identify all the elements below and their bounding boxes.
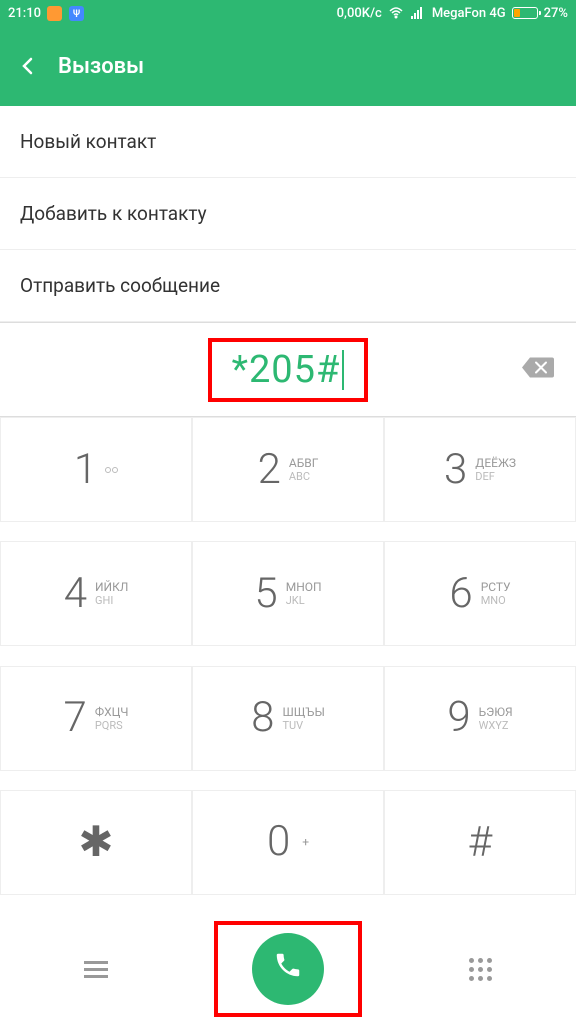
- bottom-bar: [0, 914, 576, 1024]
- keypad: 1 2 АБВГ ABC 3 ДЕЁЖЗ DEF 4 ИЙКЛ GHI 5 МН…: [0, 417, 576, 914]
- annotation-highlight-call: [214, 921, 362, 1017]
- key-9[interactable]: 9 ЬЭЮЯ WXYZ: [384, 666, 576, 771]
- menu-new-contact[interactable]: Новый контакт: [0, 106, 576, 178]
- backspace-button[interactable]: [522, 353, 554, 386]
- menu-add-to-contact[interactable]: Добавить к контакту: [0, 178, 576, 250]
- menu-send-message[interactable]: Отправить сообщение: [0, 250, 576, 322]
- call-button[interactable]: [252, 933, 324, 1005]
- menu-button[interactable]: [0, 961, 192, 978]
- backspace-icon: [522, 353, 554, 386]
- keypad-toggle-button[interactable]: [384, 958, 576, 981]
- key-1[interactable]: 1: [0, 417, 192, 522]
- key-0[interactable]: 0 +: [192, 790, 384, 895]
- number-display: *205#: [0, 322, 576, 417]
- menu-list: Новый контакт Добавить к контакту Отправ…: [0, 106, 576, 322]
- phone-icon: [273, 950, 303, 988]
- key-4[interactable]: 4 ИЙКЛ GHI: [0, 541, 192, 646]
- status-battery: 27%: [544, 6, 568, 21]
- back-icon[interactable]: [18, 56, 38, 76]
- key-star[interactable]: ✱: [0, 790, 192, 895]
- status-bar: 21:10 Ψ 0,00K/c MegaFon 4G 27%: [0, 0, 576, 26]
- key-5[interactable]: 5 МНОП JKL: [192, 541, 384, 646]
- dialed-number[interactable]: *205#: [232, 348, 341, 392]
- key-6[interactable]: 6 РСТУ MNO: [384, 541, 576, 646]
- cursor: [342, 350, 344, 390]
- voicemail-icon: [105, 467, 118, 473]
- signal-icon: [410, 5, 426, 21]
- keypad-icon: [469, 958, 492, 981]
- wifi-icon: [388, 5, 404, 21]
- battery-icon: [512, 7, 538, 19]
- key-3[interactable]: 3 ДЕЁЖЗ DEF: [384, 417, 576, 522]
- page-title: Вызовы: [58, 54, 144, 79]
- status-speed: 0,00K/c: [337, 6, 382, 21]
- menu-icon: [84, 961, 108, 978]
- app-icon-2: Ψ: [69, 5, 85, 21]
- annotation-highlight-number: *205#: [208, 338, 369, 402]
- header: Вызовы: [0, 26, 576, 106]
- status-carrier: MegaFon 4G: [432, 6, 506, 21]
- status-time: 21:10: [8, 6, 41, 21]
- app-icon-1: [47, 5, 63, 21]
- key-2[interactable]: 2 АБВГ ABC: [192, 417, 384, 522]
- key-hash[interactable]: #: [384, 790, 576, 895]
- key-7[interactable]: 7 ФХЦЧ PQRS: [0, 666, 192, 771]
- svg-text:Ψ: Ψ: [73, 9, 80, 20]
- key-8[interactable]: 8 ШЩЪЫ TUV: [192, 666, 384, 771]
